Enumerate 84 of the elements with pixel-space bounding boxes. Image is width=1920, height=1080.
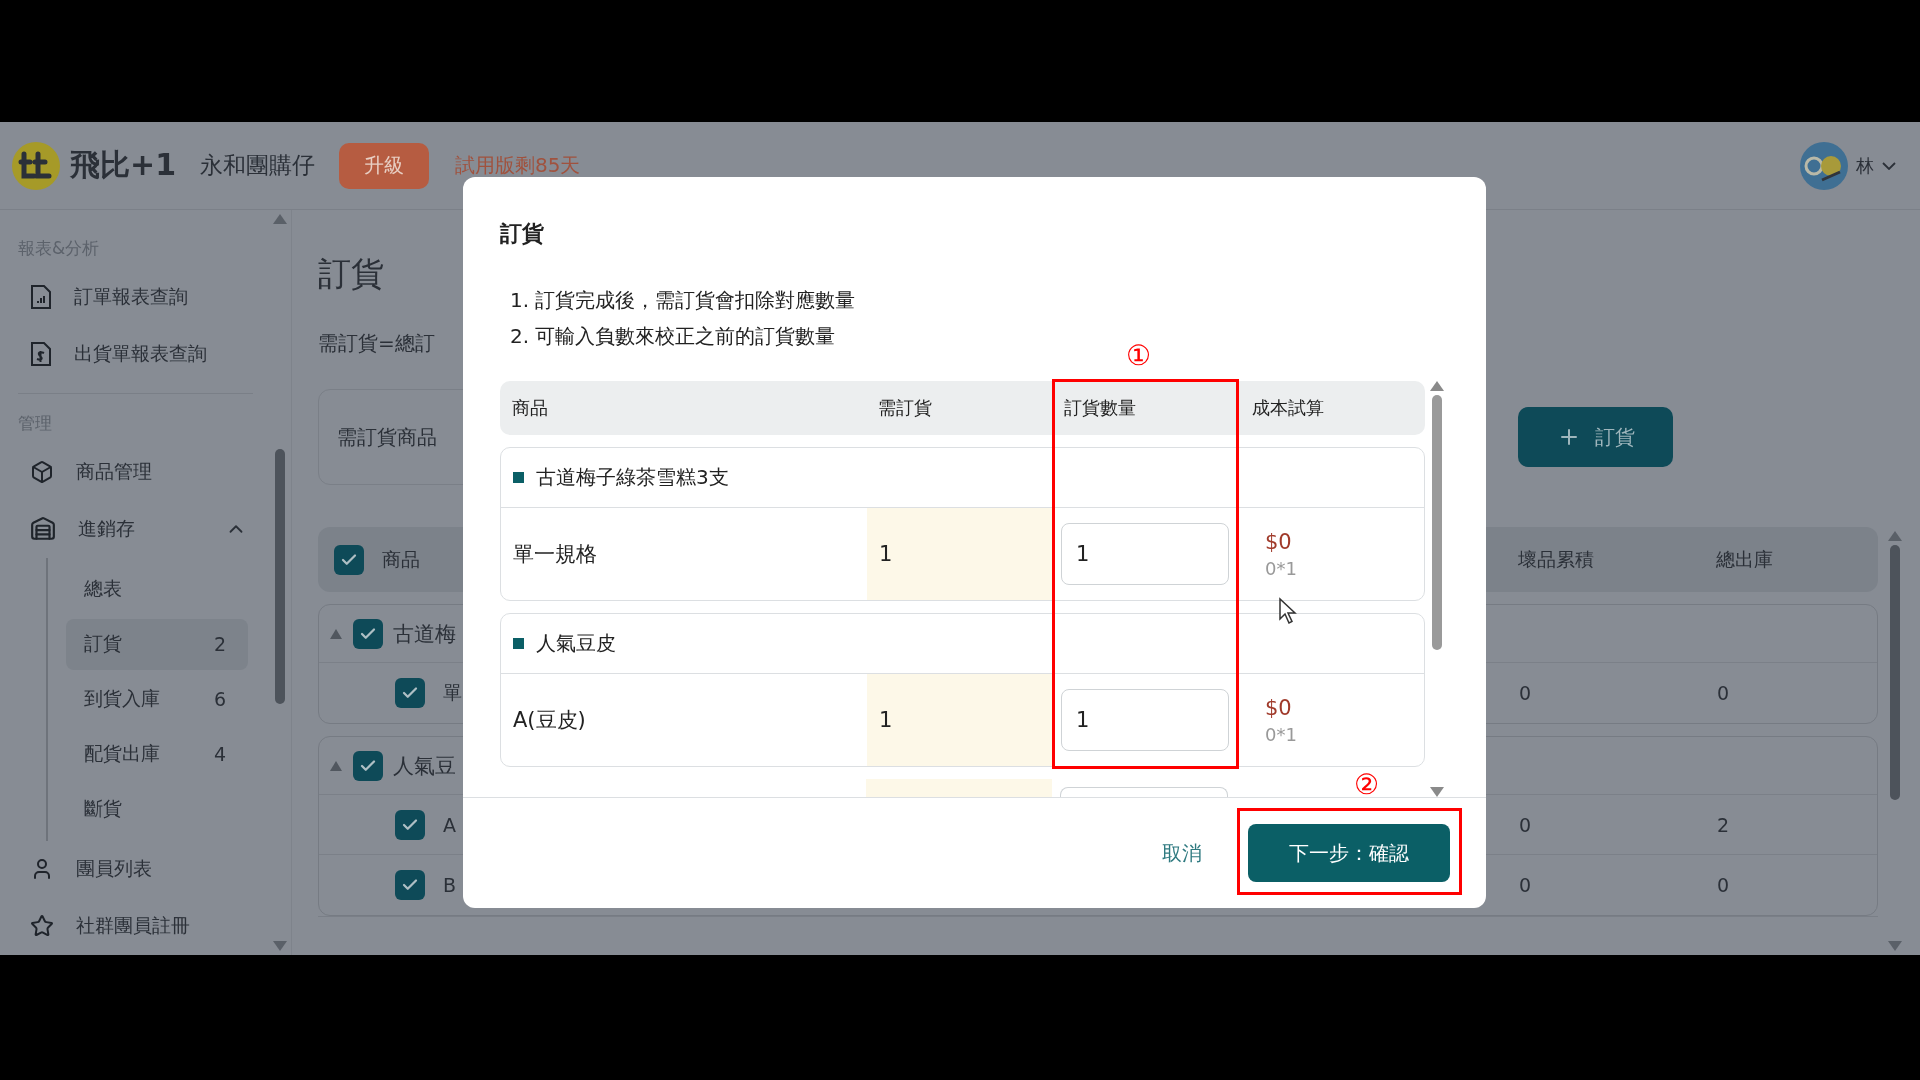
cost-formula: 0*1	[1265, 723, 1298, 745]
table-cell: 1	[867, 508, 1053, 600]
square-icon	[513, 472, 524, 483]
instruction-text: 2. 可輸入負數來校正之前的訂貨數量	[510, 323, 837, 350]
sidebar-subitem[interactable]: 訂貨 2	[66, 618, 248, 670]
table-cell: B	[443, 874, 457, 896]
step-number: ①	[1126, 342, 1151, 370]
instruction-text: 1. 訂貨完成後，需訂貨會扣除對應數量	[510, 287, 857, 314]
sidebar-subitem[interactable]: 配貨出庫 4	[66, 728, 248, 780]
column-header: 壞品累積	[1518, 546, 1595, 572]
quantity-input[interactable]: 1	[1061, 689, 1229, 751]
page-title: 訂貨	[318, 253, 384, 295]
sidebar-item[interactable]: 進銷存	[18, 500, 269, 558]
table-cell: A	[443, 813, 456, 836]
checkbox[interactable]	[353, 750, 383, 781]
table-cell: 1	[867, 674, 1053, 766]
collapse-triangle-icon[interactable]	[329, 627, 343, 640]
checkbox[interactable]	[395, 678, 425, 708]
checkbox[interactable]	[395, 870, 425, 900]
formula-text: 需訂貨=總訂	[318, 330, 435, 357]
cube-icon	[30, 460, 54, 485]
chevron-down-icon	[1882, 161, 1896, 170]
column-header: 商品	[511, 396, 549, 420]
table-cell-text: 0	[1717, 682, 1731, 704]
scroll-down-icon[interactable]	[273, 941, 287, 951]
confirm-button[interactable]: 下一步：確認	[1248, 824, 1450, 882]
table-cell-text: 2	[1717, 813, 1731, 836]
scroll-down-icon[interactable]	[1888, 941, 1902, 951]
warehouse-icon	[30, 516, 56, 543]
star-icon	[30, 914, 54, 939]
quantity-input[interactable]: 1	[1061, 523, 1229, 585]
sidebar-item[interactable]: 團員列表	[18, 840, 269, 898]
sidebar-item[interactable]: 社群團員註冊	[18, 897, 269, 955]
table-cell-text: 0	[1519, 874, 1533, 896]
group-name: 古道梅子綠茶雪糕3支	[536, 464, 729, 491]
avatar	[1800, 141, 1848, 190]
user-menu[interactable]: 林	[1800, 141, 1896, 190]
column-header: 總出庫	[1716, 546, 1774, 572]
scroll-up-icon[interactable]	[1888, 531, 1902, 541]
group-name: 人氣豆	[393, 752, 456, 780]
step-number: ②	[1354, 771, 1379, 799]
dialog-title: 訂貨	[500, 220, 545, 248]
checkbox[interactable]	[334, 544, 364, 575]
cost-value: $0	[1265, 529, 1293, 554]
file-dollar-icon	[30, 340, 52, 367]
sidebar-subitem[interactable]: 總表	[66, 563, 248, 615]
logo-text: 飛比+1	[70, 146, 176, 184]
table-cell-text: 單一規格	[512, 541, 598, 568]
file-chart-icon	[30, 283, 52, 310]
sidebar-item[interactable]: 商品管理	[18, 443, 269, 501]
square-icon	[513, 638, 524, 649]
scrollbar-thumb[interactable]	[275, 449, 285, 704]
scroll-up-icon[interactable]	[273, 214, 287, 224]
table-cell-text: A(豆皮)	[512, 707, 587, 734]
column-header: 訂貨數量	[1063, 396, 1137, 420]
trial-notice: 試用版剩85天	[455, 152, 581, 179]
scrollbar-thumb[interactable]	[1890, 545, 1900, 800]
upgrade-button[interactable]: 升級	[339, 142, 429, 189]
checkbox[interactable]	[353, 618, 383, 649]
store-name: 永和團購仔	[200, 151, 315, 180]
scrollbar-thumb[interactable]	[1432, 395, 1442, 650]
table-cell-text: 0	[1519, 682, 1533, 704]
sidebar-subitem[interactable]: 到貨入庫 6	[66, 673, 248, 725]
column-header: 成本試算	[1251, 396, 1325, 420]
cost-value: $0	[1265, 695, 1293, 720]
sidebar-subitem[interactable]: 斷貨	[66, 783, 248, 835]
checkbox[interactable]	[395, 809, 425, 840]
table-cell-text: 0	[1717, 874, 1731, 896]
group-name: 人氣豆皮	[536, 630, 616, 657]
scroll-up-icon[interactable]	[1430, 381, 1444, 391]
add-order-button[interactable]: 訂貨	[1518, 407, 1673, 467]
column-header: 需訂貨	[877, 396, 933, 420]
table-cell-text: 單	[443, 680, 462, 705]
sidebar-item[interactable]: 訂單報表查詢	[18, 268, 269, 326]
cancel-button[interactable]: 取消	[1156, 838, 1208, 868]
collapse-triangle-icon[interactable]	[329, 759, 343, 772]
group-name: 古道梅	[393, 620, 456, 648]
cost-formula: 0*1	[1265, 557, 1298, 579]
logo-icon	[12, 141, 60, 190]
table-cell-text: 0	[1519, 813, 1533, 836]
scroll-down-icon[interactable]	[1430, 787, 1444, 797]
cursor-icon	[1278, 597, 1298, 625]
column-header: 商品	[382, 546, 420, 572]
sidebar-item[interactable]: 出貨單報表查詢	[18, 325, 269, 383]
